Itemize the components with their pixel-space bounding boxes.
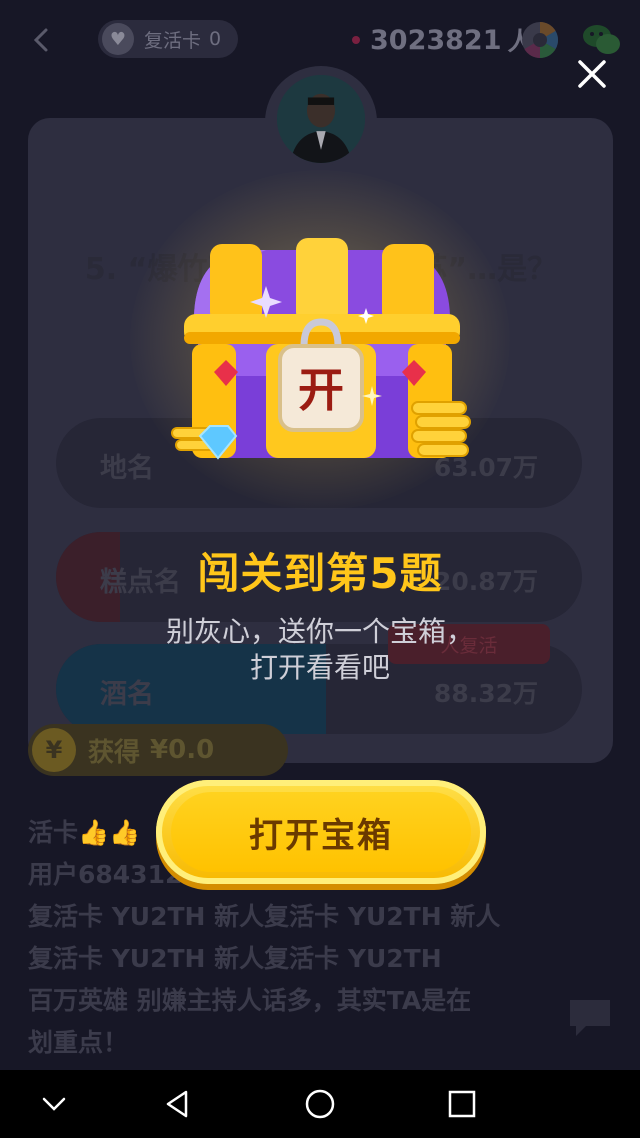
overlay-subtitle: 别灰心，送你一个宝箱， 打开看看吧 — [0, 614, 640, 686]
wechat-icon[interactable] — [582, 22, 622, 58]
chat-bubble-icon[interactable] — [566, 996, 614, 1040]
earnings-value: ¥0.0 — [150, 735, 215, 765]
share-icon[interactable] — [520, 20, 560, 60]
earnings-pill: ¥ 获得 ¥0.0 — [28, 724, 288, 776]
overlay-subtitle-line: 打开看看吧 — [249, 651, 390, 684]
system-nav-bar — [0, 1070, 640, 1138]
revive-card-label: 复活卡 — [144, 29, 202, 52]
nav-back-icon[interactable] — [160, 1086, 196, 1122]
open-chest-button[interactable]: 打开宝箱 — [156, 780, 486, 884]
option-label: 地名 — [100, 453, 154, 484]
revive-card-pill[interactable]: ♥ 复活卡 0 — [98, 20, 238, 58]
open-chest-button-face[interactable]: 打开宝箱 — [171, 792, 471, 872]
chat-message: 划重点！ — [28, 1028, 129, 1057]
viewer-count: 3023821 — [370, 24, 502, 56]
nav-recents-icon[interactable] — [444, 1086, 480, 1122]
chat-message: 复活卡 YU2TH 新人复活卡 YU2TH — [28, 944, 442, 973]
overlay-subtitle-line: 别灰心，送你一个宝箱， — [165, 615, 474, 648]
live-dot — [352, 36, 360, 44]
treasure-chest-icon[interactable]: 开 — [166, 236, 476, 468]
close-icon[interactable] — [576, 58, 608, 90]
heart-icon: ♥ — [102, 23, 134, 55]
revive-card-count: 0 — [209, 28, 222, 50]
chat-message: 复活卡 YU2TH 新人复活卡 YU2TH 新人 — [28, 902, 501, 931]
overlay-title: 闯关到第5题 — [197, 549, 443, 598]
earnings-label: 获得 — [88, 737, 141, 768]
yen-icon: ¥ — [32, 728, 76, 772]
chest-lock-char: 开 — [298, 363, 344, 417]
open-chest-button-label: 打开宝箱 — [249, 815, 393, 856]
viewer-counter: 3023821 人 — [352, 22, 533, 58]
back-icon[interactable] — [28, 26, 56, 54]
nav-collapse-icon[interactable] — [36, 1086, 72, 1122]
host-avatar — [274, 72, 368, 166]
chat-message: 百万英雄 别嫌主持人话多，其实TA是在 — [28, 986, 472, 1015]
nav-home-icon[interactable] — [302, 1086, 338, 1122]
